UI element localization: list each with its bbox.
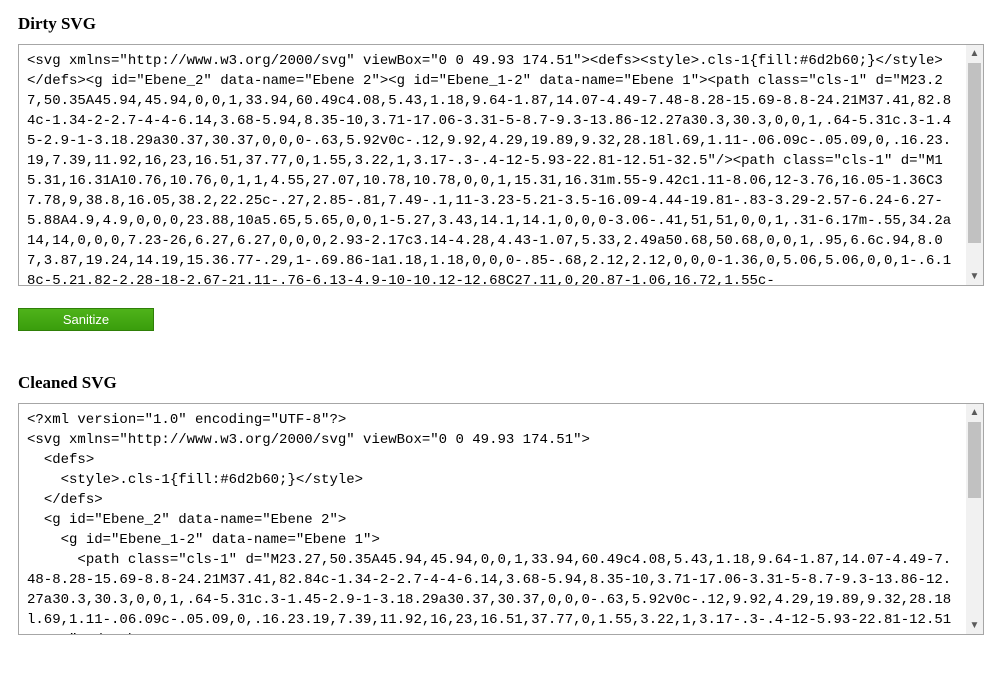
cleaned-svg-heading: Cleaned SVG bbox=[18, 373, 984, 393]
cleaned-scrollbar[interactable]: ▲ ▼ bbox=[966, 404, 983, 634]
cleaned-scrollbar-thumb[interactable] bbox=[968, 422, 981, 498]
scroll-up-icon[interactable]: ▲ bbox=[966, 404, 983, 421]
scroll-down-icon[interactable]: ▼ bbox=[966, 617, 983, 634]
cleaned-svg-container: ▲ ▼ bbox=[18, 403, 984, 635]
dirty-scrollbar-thumb[interactable] bbox=[968, 63, 981, 243]
sanitize-button[interactable]: Sanitize bbox=[18, 308, 154, 331]
dirty-svg-heading: Dirty SVG bbox=[18, 14, 984, 34]
dirty-scrollbar[interactable]: ▲ ▼ bbox=[966, 45, 983, 285]
dirty-svg-container: ▲ ▼ bbox=[18, 44, 984, 286]
scroll-down-icon[interactable]: ▼ bbox=[966, 268, 983, 285]
scroll-up-icon[interactable]: ▲ bbox=[966, 45, 983, 62]
cleaned-svg-textarea[interactable] bbox=[19, 404, 964, 634]
dirty-svg-textarea[interactable] bbox=[19, 45, 964, 285]
